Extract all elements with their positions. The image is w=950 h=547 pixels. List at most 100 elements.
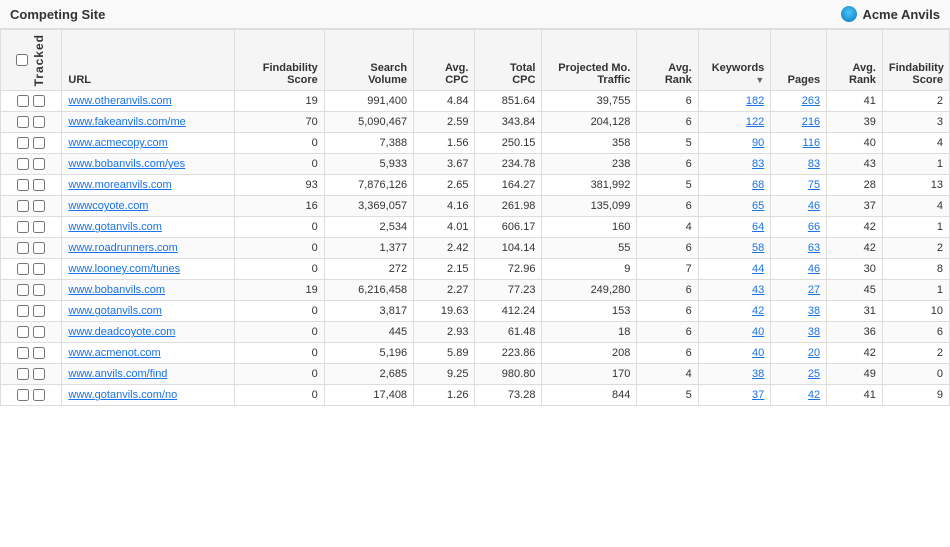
- url-checkbox[interactable]: [33, 389, 45, 401]
- keywords-link[interactable]: 40: [752, 326, 764, 338]
- url-checkbox[interactable]: [33, 305, 45, 317]
- pages-cell: 66: [771, 217, 827, 238]
- url-checkbox[interactable]: [33, 116, 45, 128]
- keywords-link[interactable]: 37: [752, 389, 764, 401]
- total-cpc-cell: 343.84: [475, 112, 542, 133]
- tracked-checkbox[interactable]: [17, 284, 29, 296]
- url-checkbox[interactable]: [33, 221, 45, 233]
- projected-traffic-cell: 9: [542, 259, 637, 280]
- keywords-link[interactable]: 40: [752, 347, 764, 359]
- tracked-checkbox[interactable]: [17, 116, 29, 128]
- tracked-checkbox[interactable]: [17, 305, 29, 317]
- pages-link[interactable]: 263: [802, 95, 820, 107]
- url-link[interactable]: www.gotanvils.com: [68, 305, 162, 317]
- pages-link[interactable]: 216: [802, 116, 820, 128]
- url-checkbox[interactable]: [33, 347, 45, 359]
- acme-avg-rank-cell: 41: [827, 91, 883, 112]
- tracked-column-header: Tracked: [1, 30, 62, 91]
- url-link[interactable]: www.gotanvils.com/no: [68, 389, 177, 401]
- url-checkbox[interactable]: [33, 242, 45, 254]
- url-link[interactable]: www.anvils.com/find: [68, 368, 167, 380]
- findability-score-column-header: Findability Score: [235, 30, 324, 91]
- tracked-checkbox[interactable]: [17, 347, 29, 359]
- tracked-checkbox[interactable]: [17, 263, 29, 275]
- url-checkbox[interactable]: [33, 95, 45, 107]
- tracked-checkbox[interactable]: [17, 137, 29, 149]
- tracked-checkbox[interactable]: [17, 200, 29, 212]
- tracked-checkbox[interactable]: [17, 95, 29, 107]
- keywords-link[interactable]: 90: [752, 137, 764, 149]
- pages-link[interactable]: 42: [808, 389, 820, 401]
- projected-traffic-cell: 170: [542, 364, 637, 385]
- pages-link[interactable]: 46: [808, 200, 820, 212]
- pages-link[interactable]: 38: [808, 305, 820, 317]
- url-checkbox[interactable]: [33, 179, 45, 191]
- acme-avg-rank-cell: 40: [827, 133, 883, 154]
- url-link[interactable]: www.bobanvils.com: [68, 284, 165, 296]
- projected-traffic-cell: 844: [542, 385, 637, 406]
- url-cell: www.gotanvils.com: [62, 301, 235, 322]
- avg-cpc-cell: 19.63: [414, 301, 475, 322]
- pages-link[interactable]: 66: [808, 221, 820, 233]
- pages-link[interactable]: 25: [808, 368, 820, 380]
- keywords-cell: 58: [698, 238, 771, 259]
- tracked-checkbox[interactable]: [17, 242, 29, 254]
- pages-link[interactable]: 27: [808, 284, 820, 296]
- url-link[interactable]: www.gotanvils.com: [68, 221, 162, 233]
- pages-link[interactable]: 116: [803, 137, 821, 149]
- keywords-link[interactable]: 182: [746, 95, 764, 107]
- pages-link[interactable]: 20: [808, 347, 820, 359]
- keywords-link[interactable]: 42: [752, 305, 764, 317]
- keywords-link[interactable]: 68: [752, 179, 764, 191]
- url-checkbox[interactable]: [33, 263, 45, 275]
- url-link[interactable]: www.bobanvils.com/yes: [68, 158, 185, 170]
- tracked-checkbox[interactable]: [17, 221, 29, 233]
- keywords-link[interactable]: 58: [752, 242, 764, 254]
- projected-traffic-cell: 208: [542, 343, 637, 364]
- url-link[interactable]: www.moreanvils.com: [68, 179, 171, 191]
- url-link[interactable]: www.acmenot.com: [68, 347, 160, 359]
- url-column-header: URL: [62, 30, 235, 91]
- url-link[interactable]: www.deadcoyote.com: [68, 326, 175, 338]
- table-row: www.gotanvils.com/no 0 17,408 1.26 73.28…: [1, 385, 950, 406]
- url-checkbox[interactable]: [33, 137, 45, 149]
- tracked-checkbox[interactable]: [17, 368, 29, 380]
- keywords-link[interactable]: 38: [752, 368, 764, 380]
- pages-link[interactable]: 63: [808, 242, 820, 254]
- url-link[interactable]: www.otheranvils.com: [68, 95, 171, 107]
- url-checkbox[interactable]: [33, 200, 45, 212]
- keywords-link[interactable]: 43: [752, 284, 764, 296]
- total-cpc-cell: 980.80: [475, 364, 542, 385]
- keywords-cell: 122: [698, 112, 771, 133]
- keywords-column-header[interactable]: Keywords ▼: [698, 30, 771, 91]
- url-checkbox[interactable]: [33, 326, 45, 338]
- keywords-link[interactable]: 64: [752, 221, 764, 233]
- url-link[interactable]: www.fakeanvils.com/me: [68, 116, 185, 128]
- keywords-link[interactable]: 83: [752, 158, 764, 170]
- pages-cell: 216: [771, 112, 827, 133]
- acme-findability-score-cell: 2: [882, 91, 949, 112]
- keywords-link[interactable]: 122: [746, 116, 764, 128]
- tracked-checkbox[interactable]: [17, 158, 29, 170]
- url-checkbox[interactable]: [33, 368, 45, 380]
- keywords-link[interactable]: 44: [752, 263, 764, 275]
- pages-link[interactable]: 46: [808, 263, 820, 275]
- pages-cell: 25: [771, 364, 827, 385]
- url-link[interactable]: www.roadrunners.com: [68, 242, 177, 254]
- acme-avg-rank-cell: 42: [827, 217, 883, 238]
- pages-link[interactable]: 83: [808, 158, 820, 170]
- keywords-link[interactable]: 65: [752, 200, 764, 212]
- url-link[interactable]: www.looney.com/tunes: [68, 263, 180, 275]
- tracked-checkbox[interactable]: [17, 179, 29, 191]
- url-checkbox[interactable]: [33, 158, 45, 170]
- select-all-tracked-checkbox[interactable]: [16, 54, 28, 66]
- tracked-checkbox[interactable]: [17, 326, 29, 338]
- url-cell: www.otheranvils.com: [62, 91, 235, 112]
- pages-link[interactable]: 75: [808, 179, 820, 191]
- tracked-checkbox[interactable]: [17, 389, 29, 401]
- table-body: www.otheranvils.com 19 991,400 4.84 851.…: [1, 91, 950, 406]
- pages-link[interactable]: 38: [808, 326, 820, 338]
- url-link[interactable]: wwwcoyote.com: [68, 200, 148, 212]
- url-link[interactable]: www.acmecopy.com: [68, 137, 167, 149]
- url-checkbox[interactable]: [33, 284, 45, 296]
